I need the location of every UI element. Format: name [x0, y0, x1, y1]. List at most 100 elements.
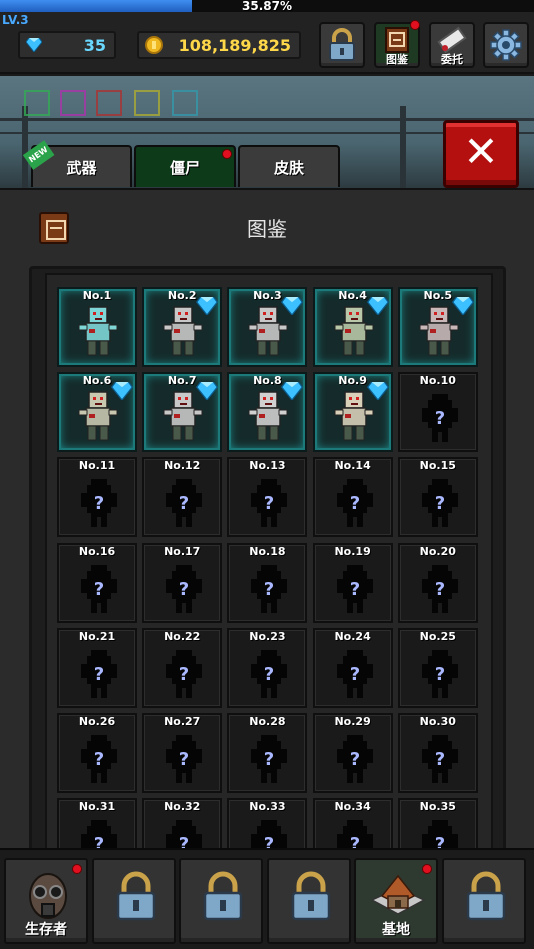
unknown-zombie-silhouette-icon: ? [421, 820, 458, 848]
svg-text:?: ? [94, 579, 104, 600]
zombie-card[interactable]: No.31? [57, 798, 137, 848]
zombie-card[interactable]: No.33? [227, 798, 308, 848]
lock-icon [329, 28, 355, 61]
zombie-card[interactable]: No.35? [397, 798, 478, 848]
svg-text:?: ? [179, 579, 189, 600]
unknown-zombie-silhouette-icon: ? [81, 649, 117, 698]
nav-button-5[interactable]: 基地 [354, 858, 438, 944]
gem-icon [451, 297, 474, 315]
zombie-card[interactable]: No.28? [227, 713, 308, 793]
locked-feature-button[interactable] [319, 22, 365, 68]
zombie-card[interactable]: No.19? [312, 542, 393, 623]
unknown-zombie-silhouette-icon: ? [421, 735, 458, 783]
gold-count: 108,189,825 [178, 36, 291, 55]
unknown-zombie-silhouette-icon: ? [166, 820, 203, 848]
nav-label: 生存者 [25, 922, 67, 938]
zombie-card[interactable]: No.5 [397, 287, 478, 367]
notification-dot [222, 149, 232, 159]
unknown-zombie-silhouette-icon: ? [336, 479, 373, 528]
page-title: 图鉴 [247, 217, 287, 241]
zombie-card[interactable]: No.4 [312, 287, 393, 367]
nav-button-6[interactable] [441, 858, 526, 944]
close-button[interactable]: ✕ [443, 120, 519, 188]
unknown-zombie-silhouette-icon: ? [336, 564, 373, 613]
gem-icon [366, 382, 389, 401]
unknown-zombie-silhouette-icon: ? [251, 649, 288, 698]
zombie-card[interactable]: No.24? [312, 627, 393, 708]
buff-icon [134, 90, 160, 116]
notification-dot [410, 20, 420, 30]
zombie-card[interactable]: No.12? [142, 457, 223, 538]
svg-text:?: ? [264, 664, 274, 685]
zombie-card[interactable]: No.10? [397, 372, 478, 453]
svg-text:?: ? [179, 664, 189, 685]
unknown-zombie-silhouette-icon: ? [81, 820, 117, 848]
zombie-card[interactable]: No.3 [227, 287, 308, 367]
zombie-card[interactable]: No.18? [227, 542, 308, 623]
settings-button[interactable] [483, 22, 529, 68]
zombie-card[interactable]: No.21? [57, 627, 137, 708]
zombie-card[interactable]: No.25? [397, 627, 478, 708]
zombie-grid[interactable]: No.1 No.2 No.3 No.4 No.5 No.6 No.7 No.8 No.9 No.1… [45, 273, 493, 848]
zombie-card[interactable]: No.34? [312, 798, 393, 848]
commission-button[interactable]: 委托 [429, 22, 475, 68]
zombie-card[interactable]: No.1 [57, 287, 137, 367]
zombie-card[interactable]: No.30? [397, 713, 478, 793]
svg-text:?: ? [435, 834, 445, 848]
svg-text:?: ? [94, 749, 104, 770]
svg-text:?: ? [94, 493, 104, 514]
svg-text:?: ? [264, 834, 274, 848]
svg-text:?: ? [349, 579, 359, 600]
zombie-card[interactable]: No.26? [57, 713, 137, 793]
gem-icon [281, 382, 304, 401]
zombie-card[interactable]: No.2 [142, 287, 223, 367]
zombie-card[interactable]: No.16? [57, 542, 137, 623]
zombie-card[interactable]: No.15? [397, 457, 478, 538]
fence-post [22, 106, 28, 188]
zombie-card[interactable]: No.11? [57, 457, 137, 538]
unknown-zombie-silhouette-icon: ? [166, 649, 203, 698]
zombie-card[interactable]: No.6 [57, 372, 137, 453]
svg-text:?: ? [264, 749, 274, 770]
zombie-card[interactable]: No.13? [227, 457, 308, 538]
zombie-card[interactable]: No.20? [397, 542, 478, 623]
unknown-zombie-silhouette-icon: ? [421, 564, 458, 613]
lock-icon [466, 871, 505, 921]
zombie-card[interactable]: No.14? [312, 457, 393, 538]
unknown-zombie-silhouette-icon: ? [421, 649, 458, 698]
zombie-card[interactable]: No.9 [312, 372, 393, 453]
unknown-zombie-silhouette-icon: ? [166, 479, 203, 528]
zombie-grid-frame: No.1 No.2 No.3 No.4 No.5 No.6 No.7 No.8 No.9 No.1… [29, 266, 506, 848]
unknown-zombie-silhouette-icon: ? [81, 735, 117, 783]
notification-dot [72, 864, 82, 874]
svg-text:?: ? [264, 579, 274, 600]
tab-skins-label: 皮肤 [273, 159, 304, 177]
zombie-card[interactable]: No.32? [142, 798, 223, 848]
nav-button-4[interactable] [266, 858, 351, 944]
svg-text:?: ? [94, 834, 104, 848]
zombie-card[interactable]: No.8 [227, 372, 308, 453]
tab-weapons[interactable]: NEW 武器 [22, 140, 132, 187]
gear-icon [490, 29, 522, 61]
zombie-card[interactable]: No.29? [312, 713, 393, 793]
unknown-zombie-silhouette-icon: ? [166, 735, 203, 783]
gem-icon [196, 297, 219, 315]
unknown-zombie-silhouette-icon: ? [166, 564, 203, 613]
encyclopedia-button[interactable]: 图鉴 [374, 20, 420, 68]
nav-button-3[interactable] [179, 858, 263, 944]
nav-button-2[interactable] [91, 858, 176, 944]
zombie-card[interactable]: No.22? [142, 627, 223, 708]
zombie-card[interactable]: No.7 [142, 372, 223, 453]
svg-text:?: ? [264, 493, 274, 514]
tab-zombies[interactable]: 僵尸 [134, 145, 236, 187]
gem-icon [26, 38, 42, 52]
tab-skins[interactable]: 皮肤 [238, 145, 340, 187]
tab-weapons-label: 武器 [66, 159, 97, 177]
svg-text:?: ? [349, 664, 359, 685]
zombie-card[interactable]: No.27? [142, 713, 223, 793]
zombie-card[interactable]: No.23? [227, 627, 308, 708]
lock-icon [203, 871, 243, 921]
zombie-card[interactable]: No.17? [142, 542, 223, 623]
gem-icon [111, 382, 133, 401]
nav-button-1[interactable]: 生存者 [4, 858, 88, 944]
